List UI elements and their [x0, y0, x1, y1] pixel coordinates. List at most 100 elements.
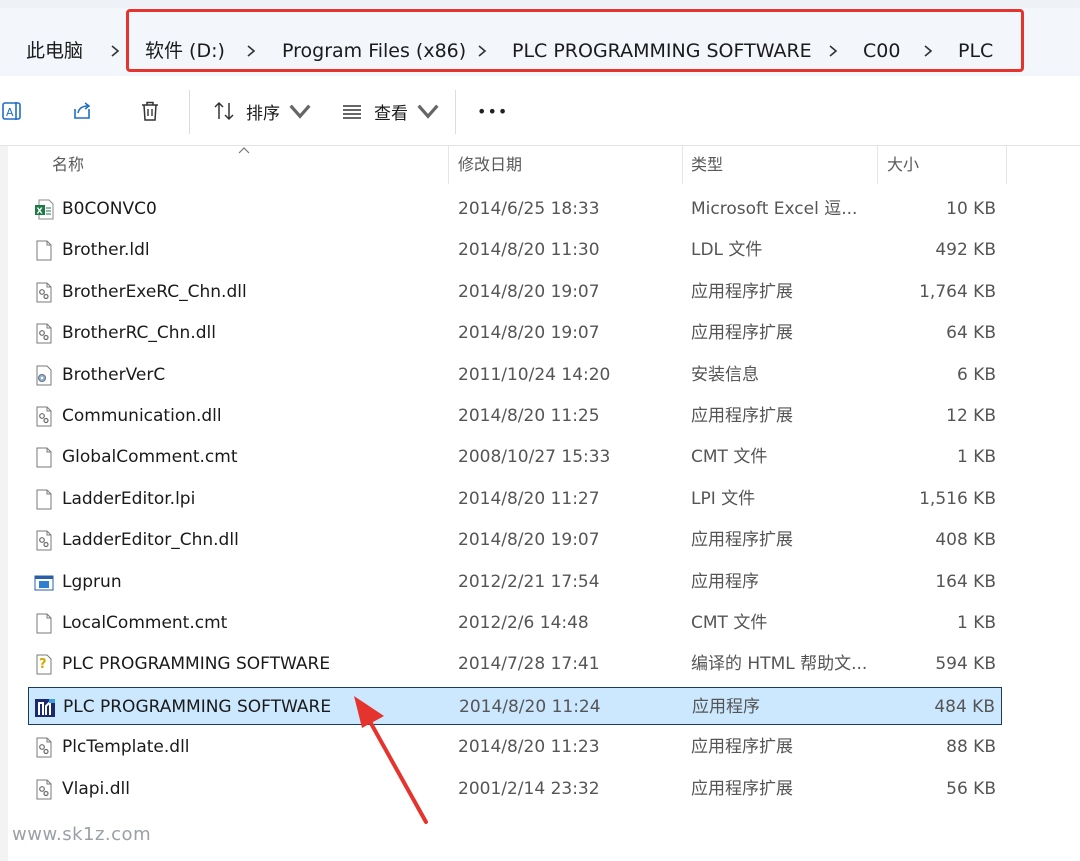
file-name: PLC PROGRAMMING SOFTWARE	[63, 696, 332, 717]
file-icon	[34, 240, 54, 261]
file-date: 2014/8/20 11:27	[458, 488, 600, 509]
table-row[interactable]: ? PLC PROGRAMMING SOFTWARE 2014/7/28 17:41…	[28, 645, 1002, 683]
file-size: 10 KB	[946, 199, 996, 219]
more-icon: •••	[477, 101, 509, 121]
file-date: 2014/8/20 11:30	[458, 240, 600, 261]
column-divider[interactable]	[682, 146, 683, 184]
file-type: 应用程序扩展	[691, 281, 793, 302]
share-button[interactable]	[70, 94, 94, 128]
svg-text:X: X	[37, 207, 44, 216]
file-name: BrotherExeRC_Chn.dll	[62, 281, 247, 302]
file-size: 1 KB	[956, 447, 996, 468]
file-date: 2014/8/20 19:07	[458, 323, 600, 344]
file-size: 64 KB	[946, 323, 996, 344]
view-list-icon	[343, 105, 361, 119]
table-row[interactable]: LadderEditor_Chn.dll 2014/8/20 19:07 应用程序扩…	[28, 521, 1002, 559]
column-header-size[interactable]: 大小	[887, 146, 919, 184]
table-row[interactable]: Vlapi.dll 2001/2/14 23:32 应用程序扩展 56 KB	[28, 770, 1002, 808]
file-date: 2008/10/27 15:33	[458, 447, 611, 468]
rename-icon: A	[2, 102, 21, 120]
column-divider[interactable]	[877, 146, 878, 184]
file-size: 56 KB	[946, 778, 996, 799]
column-header-name[interactable]: 名称	[52, 146, 84, 184]
table-row[interactable]: Brother.ldl 2014/8/20 11:30 LDL 文件 492 KB	[28, 231, 1002, 269]
more-options-button[interactable]: •••	[477, 94, 508, 128]
setup-info-icon	[34, 365, 54, 386]
file-size: 1,516 KB	[919, 488, 996, 509]
file-date: 2014/8/20 11:25	[458, 406, 600, 426]
file-type: CMT 文件	[691, 447, 768, 468]
sort-icon	[214, 101, 234, 121]
annotation-arrow	[354, 696, 428, 824]
file-size: 6 KB	[956, 364, 996, 385]
file-type: Microsoft Excel 逗...	[691, 199, 858, 219]
file-type: LPI 文件	[691, 488, 756, 509]
delete-button[interactable]	[138, 94, 162, 128]
table-row[interactable]: PlcTemplate.dll 2014/8/20 11:23 应用程序扩展 88 K…	[28, 728, 1002, 766]
column-divider[interactable]	[1006, 146, 1007, 184]
file-date: 2014/6/25 18:33	[458, 199, 600, 219]
table-row[interactable]: LadderEditor.lpi 2014/8/20 11:27 LPI 文件 1,5…	[28, 480, 1002, 518]
table-row[interactable]: X B0CONVC0 2014/6/25 18:33 Microsoft Excel …	[28, 190, 1002, 228]
table-row-selected[interactable]: PLC PROGRAMMING SOFTWARE 2014/8/20 11:24 应…	[28, 686, 1002, 725]
window-top-strip	[0, 0, 1080, 8]
file-date: 2011/10/24 14:20	[458, 364, 611, 385]
rename-button[interactable]: A	[0, 94, 24, 128]
column-divider[interactable]	[448, 146, 449, 184]
file-type: 应用程序扩展	[691, 778, 793, 799]
app-window-icon	[34, 572, 54, 593]
chevron-down-icon	[417, 104, 439, 119]
chevron-right-icon[interactable]	[104, 38, 126, 64]
watermark: www.sk1z.com	[12, 824, 152, 845]
file-size: 164 KB	[935, 571, 996, 592]
file-name: Brother.ldl	[62, 240, 150, 261]
dll-icon	[34, 323, 54, 344]
table-row[interactable]: BrotherVerC 2011/10/24 14:20 安装信息 6 KB	[28, 356, 1002, 394]
file-name: B0CONVC0	[62, 199, 157, 219]
file-name: LadderEditor.lpi	[62, 488, 196, 509]
command-bar: A 排序 查看 •••	[0, 76, 1080, 146]
file-name: PLC PROGRAMMING SOFTWARE	[62, 654, 331, 675]
file-icon	[34, 447, 54, 468]
file-name: LadderEditor_Chn.dll	[62, 530, 239, 551]
column-header-type[interactable]: 类型	[691, 146, 723, 184]
file-date: 2014/7/28 17:41	[458, 654, 600, 675]
file-name: BrotherRC_Chn.dll	[62, 323, 216, 344]
file-date: 2014/8/20 19:07	[458, 281, 600, 302]
file-icon	[34, 489, 54, 510]
plc-app-icon	[35, 697, 55, 718]
file-size: 88 KB	[946, 737, 996, 758]
sort-button[interactable]: 排序	[212, 94, 312, 128]
file-type: 应用程序	[692, 696, 760, 717]
file-icon	[34, 613, 54, 634]
table-row[interactable]: Communication.dll 2014/8/20 11:25 应用程序扩展 12…	[28, 397, 1002, 435]
file-date: 2012/2/21 17:54	[458, 571, 600, 592]
file-date: 2014/8/20 11:23	[458, 737, 600, 758]
file-type: 应用程序扩展	[691, 406, 793, 426]
file-type: 安装信息	[691, 364, 759, 385]
chevron-down-icon	[289, 104, 311, 119]
table-row[interactable]: BrotherExeRC_Chn.dll 2014/8/20 19:07 应用程序扩…	[28, 273, 1002, 311]
file-name: BrotherVerC	[62, 364, 166, 385]
dll-icon	[34, 737, 54, 758]
share-icon	[74, 102, 91, 119]
view-label: 查看	[374, 103, 408, 124]
breadcrumb-this-pc[interactable]: 此电脑	[26, 38, 83, 64]
table-row[interactable]: GlobalComment.cmt 2008/10/27 15:33 CMT 文件 1…	[28, 438, 1002, 476]
file-name: PlcTemplate.dll	[62, 737, 190, 758]
file-type: LDL 文件	[691, 240, 763, 261]
file-type: 应用程序扩展	[691, 323, 793, 344]
file-size: 408 KB	[935, 530, 996, 551]
file-size: 12 KB	[946, 406, 996, 426]
toolbar-divider	[189, 90, 190, 134]
file-type: 应用程序扩展	[691, 530, 793, 551]
column-header-date[interactable]: 修改日期	[458, 146, 522, 184]
table-row[interactable]: Lgprun 2012/2/21 17:54 应用程序 164 KB	[28, 563, 1002, 601]
view-button[interactable]: 查看	[340, 94, 440, 128]
file-date: 2014/8/20 19:07	[458, 530, 600, 551]
table-row[interactable]: LocalComment.cmt 2012/2/6 14:48 CMT 文件 1 KB	[28, 604, 1002, 642]
sort-ascending-icon	[238, 147, 250, 154]
table-row[interactable]: BrotherRC_Chn.dll 2014/8/20 19:07 应用程序扩展 64…	[28, 314, 1002, 352]
file-type: 编译的 HTML 帮助文...	[691, 654, 868, 675]
file-name: LocalComment.cmt	[62, 613, 228, 633]
